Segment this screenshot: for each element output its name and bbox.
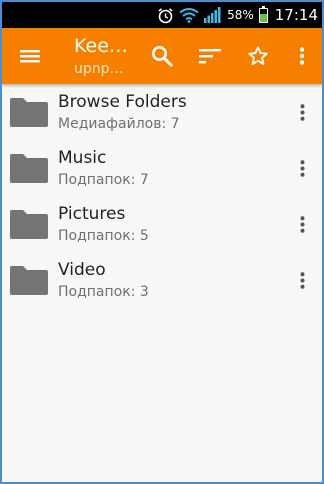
battery-icon: [258, 5, 268, 23]
more-vert-icon[interactable]: [286, 84, 318, 140]
list-item-subtitle: Медиафайлов: 7: [58, 115, 180, 132]
more-vert-icon[interactable]: [286, 140, 318, 196]
search-icon[interactable]: [138, 28, 186, 84]
battery-percent: 58%: [227, 8, 254, 22]
toolbar-titles: Kee… upnp…: [74, 35, 136, 78]
list-item-pictures[interactable]: Pictures Подпапок: 5: [2, 196, 322, 252]
folder-icon: [10, 153, 50, 183]
list-item-subtitle: Подпапок: 5: [58, 227, 149, 244]
signal-icon: [204, 7, 222, 23]
list-item-subtitle: Подпапок: 7: [58, 171, 149, 188]
list-item-title: Pictures: [58, 203, 126, 224]
list-item-title: Music: [58, 147, 107, 168]
folder-icon: [10, 97, 50, 127]
toolbar-actions: [138, 28, 322, 84]
toolbar-subtitle: upnp…: [74, 60, 124, 77]
list-item-browse-folders[interactable]: Browse Folders Медиафайлов: 7: [2, 84, 322, 140]
sort-icon[interactable]: [186, 28, 234, 84]
list-item-text: Browse Folders Медиафайлов: 7: [58, 91, 187, 134]
list-item-video[interactable]: Video Подпапок: 3: [2, 252, 322, 308]
status-time: 17:14: [274, 6, 318, 24]
list-item-subtitle: Подпапок: 3: [58, 283, 149, 300]
alarm-icon: [157, 7, 174, 24]
more-vert-icon[interactable]: [286, 252, 318, 308]
battery-level: [259, 13, 267, 22]
menu-icon[interactable]: [2, 28, 58, 84]
list-item-music[interactable]: Music Подпапок: 7: [2, 140, 322, 196]
status-bar: 58% 17:14: [2, 2, 322, 28]
list-item-title: Video: [58, 259, 106, 280]
star-icon[interactable]: [234, 28, 282, 84]
list-item-text: Pictures Подпапок: 5: [58, 203, 149, 246]
list-item-title: Browse Folders: [58, 91, 187, 112]
more-vert-icon[interactable]: [282, 28, 322, 84]
folder-icon: [10, 265, 50, 295]
list-item-text: Video Подпапок: 3: [58, 259, 149, 302]
toolbar-title: Kee…: [74, 34, 128, 57]
list-item-text: Music Подпапок: 7: [58, 147, 149, 190]
folder-icon: [10, 209, 50, 239]
folder-list: Browse Folders Медиафайлов: 7 Music Подп…: [2, 84, 322, 308]
app-toolbar: Kee… upnp…: [2, 28, 322, 84]
app-window: 58% 17:14 Kee… upnp… Browse Folders Меди…: [2, 2, 322, 482]
more-vert-icon[interactable]: [286, 196, 318, 252]
wifi-icon: [179, 7, 199, 23]
